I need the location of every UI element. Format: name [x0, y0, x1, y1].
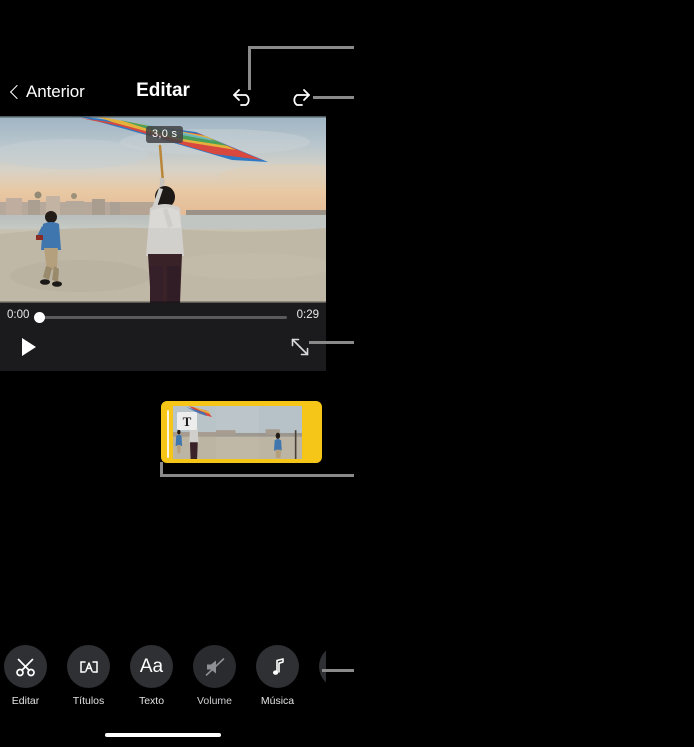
music-note-icon-circle: [256, 645, 299, 688]
play-button[interactable]: [18, 336, 40, 358]
speaker-muted-icon: [205, 657, 224, 676]
page-title: Editar: [136, 80, 190, 101]
video-frame-image: [0, 116, 326, 303]
scissors-icon: [15, 658, 35, 676]
clip-duration-badge: 3,0 s: [146, 126, 184, 143]
aa-text-icon-circle: Aa: [130, 645, 173, 688]
current-time-label: 0:00: [7, 309, 30, 321]
phone-viewport: Anterior Editar 3,0 s 0:00 0:29 T Editar…: [0, 0, 326, 747]
title-frame-a-icon-circle: [67, 645, 110, 688]
toolbar-items: Editar Títulos Aa Texto Volume Música: [4, 645, 326, 707]
home-indicator-bar: [105, 733, 221, 737]
clip-thumbnail: [216, 405, 259, 459]
clip-thumbnail: [259, 405, 302, 459]
aa-text-icon: Aa: [139, 655, 164, 677]
toolbar-label: Títulos: [72, 695, 105, 707]
undo-button[interactable]: [228, 78, 262, 112]
player-controls: 0:00 0:29: [0, 303, 326, 371]
redo-arrow-icon: [293, 89, 310, 106]
title-frame-a-icon: [79, 660, 98, 673]
annotation-line-toolbar: [322, 669, 354, 672]
play-icon: [22, 338, 36, 356]
trim-handle-right-icon[interactable]: [311, 410, 313, 458]
toolbar-item-musica[interactable]: Música: [256, 645, 299, 707]
clip-selection-frame[interactable]: T: [161, 401, 322, 463]
timeline-area[interactable]: T: [0, 371, 326, 635]
fullscreen-button[interactable]: [289, 336, 311, 358]
toolbar-label: Volume: [196, 695, 233, 707]
screenshot-root: Anterior Editar 3,0 s 0:00 0:29 T Editar…: [0, 0, 694, 747]
expand-arrows-icon: [291, 338, 309, 356]
video-preview[interactable]: [0, 116, 326, 303]
toolbar-label: Música: [260, 695, 295, 707]
toolbar-item-editar[interactable]: Editar: [4, 645, 47, 707]
toolbar-label: Texto: [138, 695, 165, 707]
scrubber-track[interactable]: [44, 316, 287, 319]
toolbar-item-partial[interactable]: L: [319, 645, 326, 707]
toolbar-item-texto[interactable]: Aa Texto: [130, 645, 173, 707]
scissors-icon-circle: [4, 645, 47, 688]
navigation-bar: Anterior Editar: [0, 76, 326, 116]
scrubber-knob[interactable]: [34, 312, 45, 323]
speaker-muted-icon-circle: [193, 645, 236, 688]
music-note-icon: [272, 657, 284, 675]
toolbar-item-titulos[interactable]: Títulos: [67, 645, 110, 707]
partial-icon-circle: [319, 645, 326, 688]
bottom-toolbar: Editar Títulos Aa Texto Volume Música: [0, 635, 326, 717]
redo-button[interactable]: [281, 78, 315, 112]
timeline-clip[interactable]: T: [161, 401, 322, 463]
trim-handle-left-icon[interactable]: [166, 410, 169, 458]
toolbar-label: Editar: [11, 695, 40, 707]
toolbar-item-volume[interactable]: Volume: [193, 645, 236, 707]
total-time-label: 0:29: [296, 309, 319, 321]
undo-arrow-icon: [233, 89, 250, 106]
title-overlay-badge: T: [177, 412, 197, 430]
